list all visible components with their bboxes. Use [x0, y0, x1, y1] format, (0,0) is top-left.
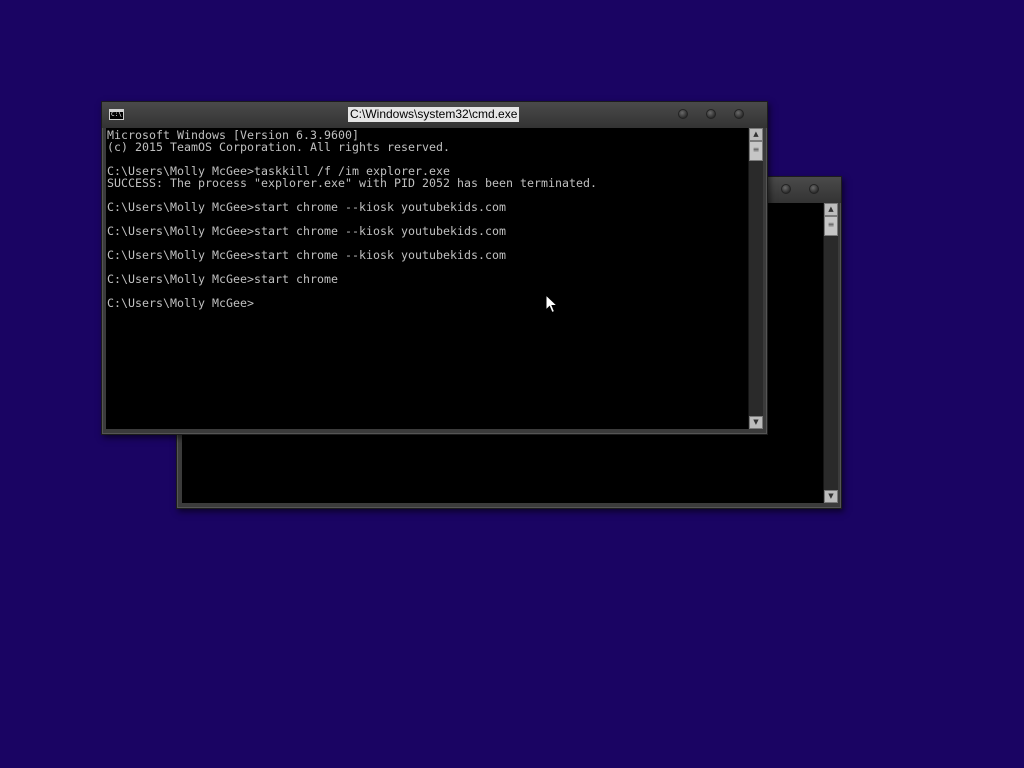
close-button[interactable] [734, 109, 744, 119]
console-text: Microsoft Windows [Version 6.3.9600] (c)… [107, 129, 597, 309]
minimize-button[interactable] [678, 109, 688, 119]
console-window-icon[interactable]: C:\ [109, 109, 124, 120]
scroll-down-arrow-icon[interactable]: ▼ [824, 490, 838, 503]
console-line: C:\Users\Molly McGee>start chrome --kios… [107, 224, 507, 238]
console-line: C:\Users\Molly McGee>start chrome [107, 272, 339, 286]
window-title: C:\Windows\system32\cmd.exe [348, 107, 520, 122]
desktop[interactable]: ▲ ≡ ▼ C:\ C:\Windows\system32\cmd.exe Mi… [0, 0, 1024, 768]
maximize-button[interactable] [706, 109, 716, 119]
console-line: (c) 2015 TeamOS Corporation. All rights … [107, 140, 451, 154]
command-prompt[interactable]: C:\Users\Molly McGee> [107, 297, 597, 309]
console-window-cmd[interactable]: C:\ C:\Windows\system32\cmd.exe Microsof… [101, 101, 768, 435]
vertical-scrollbar[interactable]: ▲ ≡ ▼ [823, 203, 838, 503]
scroll-thumb[interactable]: ≡ [824, 216, 838, 236]
console-line: SUCCESS: The process "explorer.exe" with… [107, 176, 598, 190]
maximize-button[interactable] [781, 184, 791, 194]
scroll-up-arrow-icon[interactable]: ▲ [749, 128, 763, 141]
scroll-down-arrow-icon[interactable]: ▼ [749, 416, 763, 429]
scroll-up-arrow-icon[interactable]: ▲ [824, 203, 838, 216]
vertical-scrollbar[interactable]: ▲ ≡ ▼ [748, 128, 763, 429]
console-line: C:\Users\Molly McGee>start chrome --kios… [107, 248, 507, 262]
console-line: C:\Users\Molly McGee>start chrome --kios… [107, 200, 507, 214]
titlebar[interactable]: C:\ C:\Windows\system32\cmd.exe [102, 102, 767, 128]
scroll-thumb[interactable]: ≡ [749, 141, 763, 161]
arrow-cursor-icon [545, 294, 559, 314]
console-output-area[interactable]: Microsoft Windows [Version 6.3.9600] (c)… [106, 128, 748, 429]
close-button[interactable] [809, 184, 819, 194]
